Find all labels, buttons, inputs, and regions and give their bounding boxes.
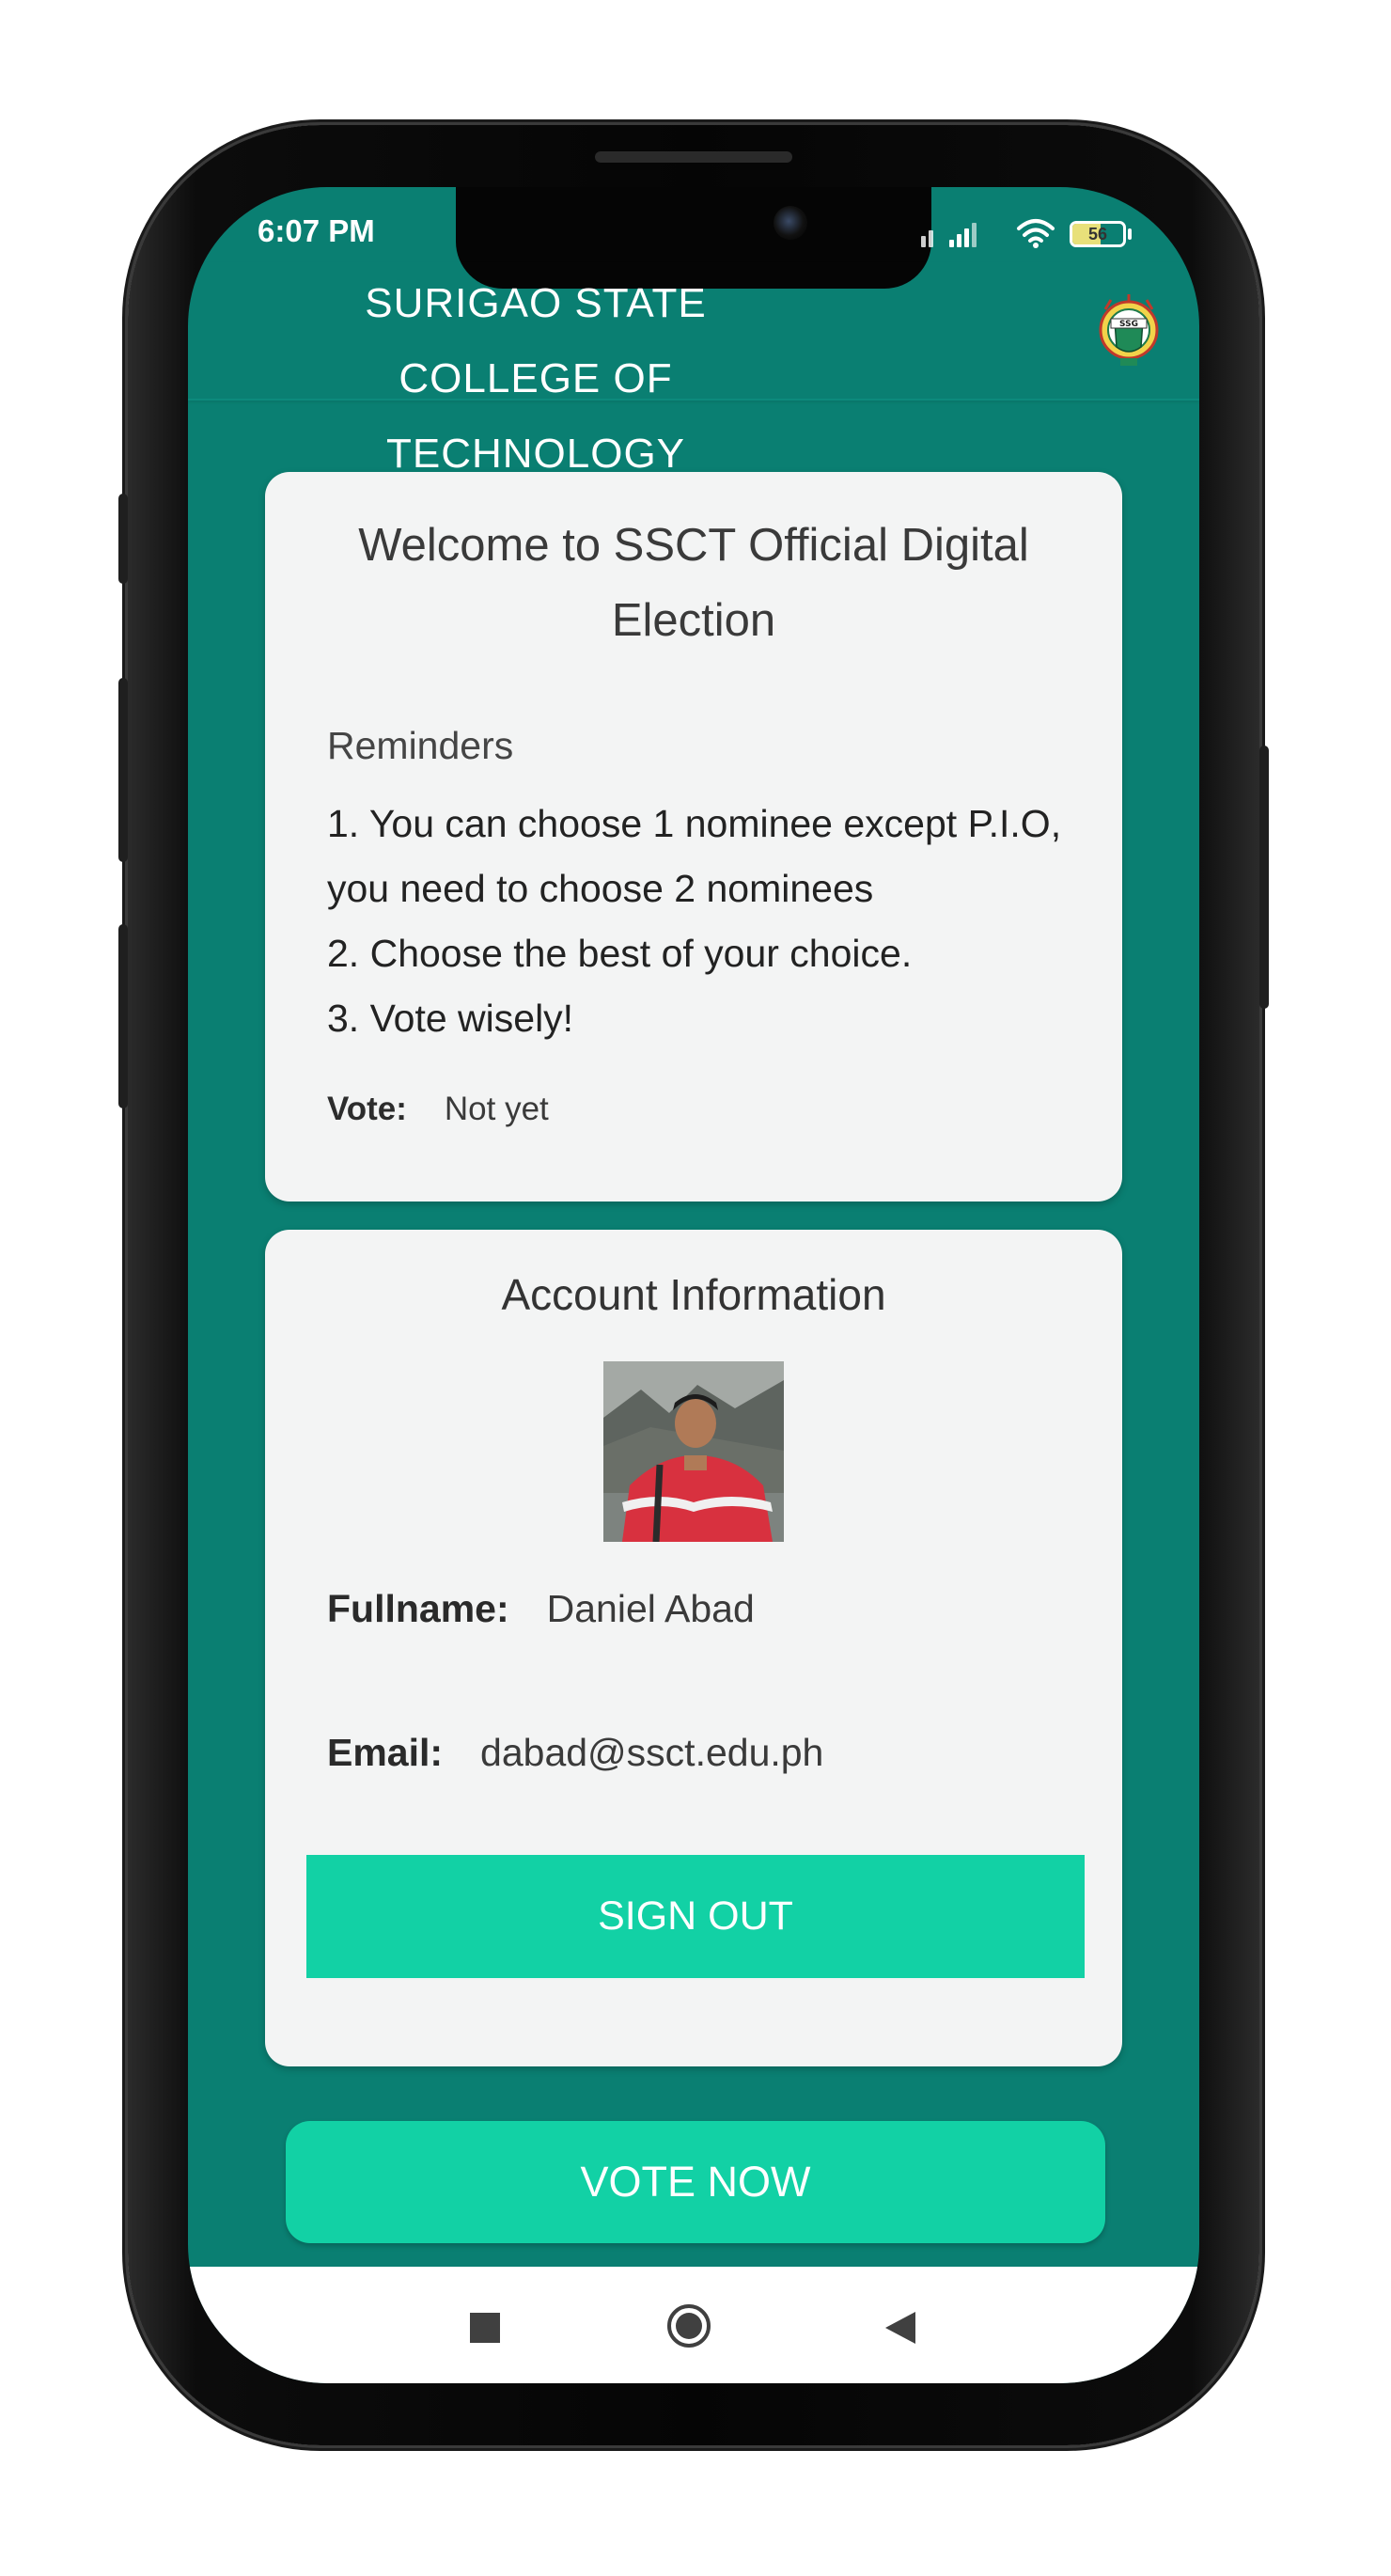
earpiece-speaker [595, 151, 792, 163]
fullname-value: Daniel Abad [546, 1587, 755, 1630]
vote-now-button[interactable]: VOTE NOW [286, 2121, 1105, 2243]
signal-icon [921, 215, 996, 253]
welcome-card: Welcome to SSCT Official Digital Electio… [265, 472, 1122, 1202]
battery-level: 56 [1087, 225, 1108, 243]
vote-status-row: Vote: Not yet [327, 1091, 549, 1128]
back-icon[interactable] [883, 2310, 917, 2346]
phone-side-button [118, 678, 128, 862]
phone-frame: 6:07 PM 56 SURIGAO STATE COLLEGE OF TECH… [118, 125, 1269, 2445]
battery-tip [1128, 228, 1132, 240]
mockup-canvas: 6:07 PM 56 SURIGAO STATE COLLEGE OF TECH… [0, 0, 1391, 2576]
system-nav-bar [188, 2267, 1199, 2383]
profile-photo [603, 1361, 784, 1542]
reminder-item: 1. You can choose 1 nominee except P.I.O… [327, 802, 1062, 910]
email-label: Email: [327, 1731, 444, 1774]
front-camera-icon [774, 206, 807, 240]
home-icon[interactable] [666, 2303, 711, 2348]
fullname-label: Fullname: [327, 1587, 509, 1630]
sign-out-button[interactable]: SIGN OUT [306, 1855, 1085, 1978]
reminder-item: 2. Choose the best of your choice. [327, 932, 913, 975]
reminder-list: 1. You can choose 1 nominee except P.I.O… [327, 792, 1098, 1051]
wifi-icon [1017, 219, 1055, 248]
reminders-heading: Reminders [327, 724, 514, 767]
phone-side-button [118, 494, 128, 584]
account-title: Account Information [501, 1270, 886, 1319]
svg-text:SSG: SSG [1119, 320, 1138, 329]
app-title: SURIGAO STATE COLLEGE OF TECHNOLOGY [365, 280, 707, 477]
recent-apps-icon[interactable] [470, 2313, 500, 2343]
app-header: SURIGAO STATE COLLEGE OF TECHNOLOGY SSG [188, 262, 1199, 477]
email-row: Email: dabad@ssct.edu.ph [327, 1731, 823, 1775]
status-time: 6:07 PM [258, 213, 375, 248]
phone-side-button [118, 924, 128, 1108]
vote-label: Vote: [327, 1091, 407, 1127]
battery-icon: 56 [1070, 221, 1126, 247]
phone-screen: 6:07 PM 56 SURIGAO STATE COLLEGE OF TECH… [188, 187, 1199, 2383]
fullname-row: Fullname: Daniel Abad [327, 1587, 755, 1631]
welcome-title: Welcome to SSCT Official Digital Electio… [358, 520, 1029, 646]
account-card: Account Information Fullname: Daniel Abad [265, 1230, 1122, 2066]
ssg-seal-logo: SSG [1099, 294, 1159, 366]
phone-power-button [1259, 746, 1269, 1009]
reminder-item: 3. Vote wisely! [327, 997, 574, 1040]
vote-status: Not yet [444, 1091, 549, 1127]
email-value: dabad@ssct.edu.ph [480, 1731, 824, 1774]
status-icons: 56 [921, 215, 1147, 253]
